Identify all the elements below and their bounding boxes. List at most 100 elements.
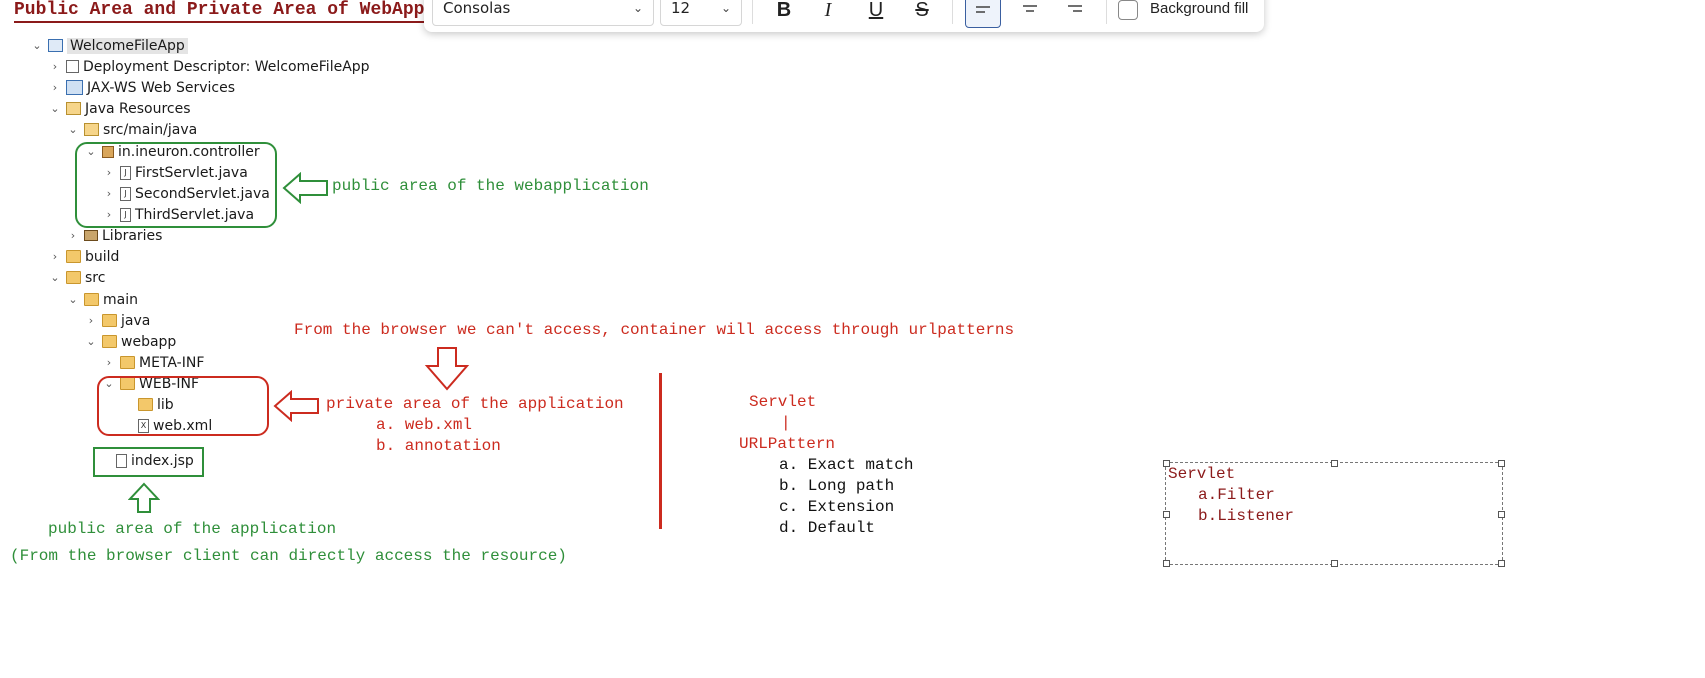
tree-item-label: JAX-WS Web Services <box>87 79 236 96</box>
tree-item-label: src <box>85 269 106 286</box>
source-folder-icon <box>84 123 99 136</box>
tree-item-libraries[interactable]: › Libraries <box>66 225 163 246</box>
tree-item-java[interactable]: › java <box>84 310 151 331</box>
resize-handle[interactable] <box>1498 511 1505 518</box>
page-title: Public Area and Private Area of WebAppli… <box>14 0 457 23</box>
vertical-divider <box>659 373 662 529</box>
tree-item-label: Java Resources <box>85 100 191 117</box>
background-fill-label: Background fill <box>1150 0 1249 17</box>
textbox-heading: Servlet <box>1168 465 1236 483</box>
chevron-down-icon[interactable]: ⌄ <box>66 293 80 306</box>
tree-item-label: WelcomeFileApp <box>67 37 188 54</box>
align-center-button[interactable] <box>1012 0 1048 28</box>
left-arrow-icon <box>282 172 328 204</box>
resize-handle[interactable] <box>1498 460 1505 467</box>
urlpattern-heading: URLPattern <box>739 435 836 453</box>
library-icon <box>84 230 98 241</box>
chevron-right-icon[interactable]: › <box>48 60 62 73</box>
bold-button[interactable]: B <box>766 0 802 28</box>
selected-textbox[interactable]: Servlet a.Filter b.Listener <box>1163 460 1505 567</box>
private-area-highlight-box <box>97 376 269 436</box>
chevron-down-icon: ⌄ <box>720 1 731 15</box>
tree-item-label: webapp <box>121 333 177 350</box>
underline-button[interactable]: U <box>858 0 894 28</box>
urlpattern-item: d. Default <box>779 519 876 537</box>
left-arrow-icon <box>273 390 319 422</box>
tree-item-src[interactable]: ⌄ src <box>48 267 105 288</box>
resize-handle[interactable] <box>1331 560 1338 567</box>
resize-handle[interactable] <box>1163 511 1170 518</box>
folder-icon <box>102 314 117 327</box>
private-area-item: b. annotation <box>376 437 501 455</box>
tree-item-jaxws[interactable]: › JAX-WS Web Services <box>48 77 235 98</box>
toolbar-divider <box>952 0 953 24</box>
tree-item-label: META-INF <box>139 354 205 371</box>
private-area-item: a. web.xml <box>376 416 473 434</box>
chevron-right-icon[interactable]: › <box>84 314 98 327</box>
folder-icon <box>120 356 135 369</box>
folder-icon <box>66 250 81 263</box>
format-toolbar: Consolas ⌄ 12 ⌄ B I U S Background fill <box>424 0 1264 32</box>
public-area-highlight-box <box>75 142 277 228</box>
textbox-item: b.Listener <box>1198 507 1295 525</box>
descriptor-icon <box>66 60 79 73</box>
tree-item-label: main <box>103 291 138 308</box>
chevron-right-icon[interactable]: › <box>48 250 62 263</box>
font-family-value: Consolas <box>443 0 511 17</box>
browser-access-note: From the browser we can't access, contai… <box>294 321 1015 339</box>
tree-item-welcomefileapp[interactable]: ⌄ WelcomeFileApp <box>30 35 188 56</box>
resize-handle[interactable] <box>1331 460 1338 467</box>
tree-item-label: src/main/java <box>103 121 198 138</box>
tree-item-label: java <box>121 312 151 329</box>
tree-item-meta-inf[interactable]: › META-INF <box>102 352 205 373</box>
textbox-item: a.Filter <box>1198 486 1275 504</box>
down-arrow-icon <box>424 347 470 391</box>
urlpattern-item: c. Extension <box>779 498 895 516</box>
up-arrow-icon <box>128 482 160 513</box>
chevron-right-icon[interactable]: › <box>66 229 80 242</box>
font-size-value: 12 <box>671 0 691 17</box>
folder-open-icon <box>66 271 81 284</box>
chevron-down-icon: ⌄ <box>632 1 643 15</box>
align-left-button[interactable] <box>965 0 1001 28</box>
font-size-select[interactable]: 12 ⌄ <box>660 0 742 26</box>
italic-button[interactable]: I <box>810 0 846 28</box>
folder-open-icon <box>102 335 117 348</box>
chevron-down-icon[interactable]: ⌄ <box>48 102 62 115</box>
chevron-down-icon[interactable]: ⌄ <box>66 123 80 136</box>
chevron-down-icon[interactable]: ⌄ <box>48 271 62 284</box>
tree-item-main[interactable]: ⌄ main <box>66 289 138 310</box>
tree-item-webapp[interactable]: ⌄ webapp <box>84 331 176 352</box>
strikethrough-button[interactable]: S <box>904 0 940 28</box>
urlpattern-item: b. Long path <box>779 477 895 495</box>
toolbar-divider <box>752 0 753 24</box>
servlet-connector: | <box>781 414 791 432</box>
tree-item-build[interactable]: › build <box>48 246 120 267</box>
tree-item-label: build <box>85 248 120 265</box>
background-fill-checkbox[interactable] <box>1118 0 1138 20</box>
tree-item-deployment-descriptor[interactable]: › Deployment Descriptor: WelcomeFileApp <box>48 56 370 77</box>
public-webapp-note: public area of the webapplication <box>332 177 649 195</box>
public-app-note: public area of the application <box>48 520 337 538</box>
tree-item-label: Libraries <box>102 227 163 244</box>
resize-handle[interactable] <box>1163 460 1170 467</box>
tree-item-src-main-java[interactable]: ⌄ src/main/java <box>66 119 197 140</box>
resize-handle[interactable] <box>1163 560 1170 567</box>
chevron-right-icon[interactable]: › <box>48 81 62 94</box>
folder-open-icon <box>84 293 99 306</box>
java-resources-icon <box>66 102 81 115</box>
tree-item-java-resources[interactable]: ⌄ Java Resources <box>48 98 191 119</box>
resize-handle[interactable] <box>1498 560 1505 567</box>
servlet-heading: Servlet <box>749 393 817 411</box>
align-right-icon <box>1068 5 1082 12</box>
align-center-icon <box>1023 5 1037 12</box>
chevron-down-icon[interactable]: ⌄ <box>84 335 98 348</box>
private-area-note: private area of the application <box>326 395 624 413</box>
align-left-icon <box>976 6 990 13</box>
align-right-button[interactable] <box>1057 0 1093 28</box>
font-family-select[interactable]: Consolas ⌄ <box>432 0 654 26</box>
public-app-subnote: (From the browser client can directly ac… <box>10 547 567 565</box>
chevron-right-icon[interactable]: › <box>102 356 116 369</box>
chevron-down-icon[interactable]: ⌄ <box>30 39 44 52</box>
web-services-icon <box>66 80 83 95</box>
